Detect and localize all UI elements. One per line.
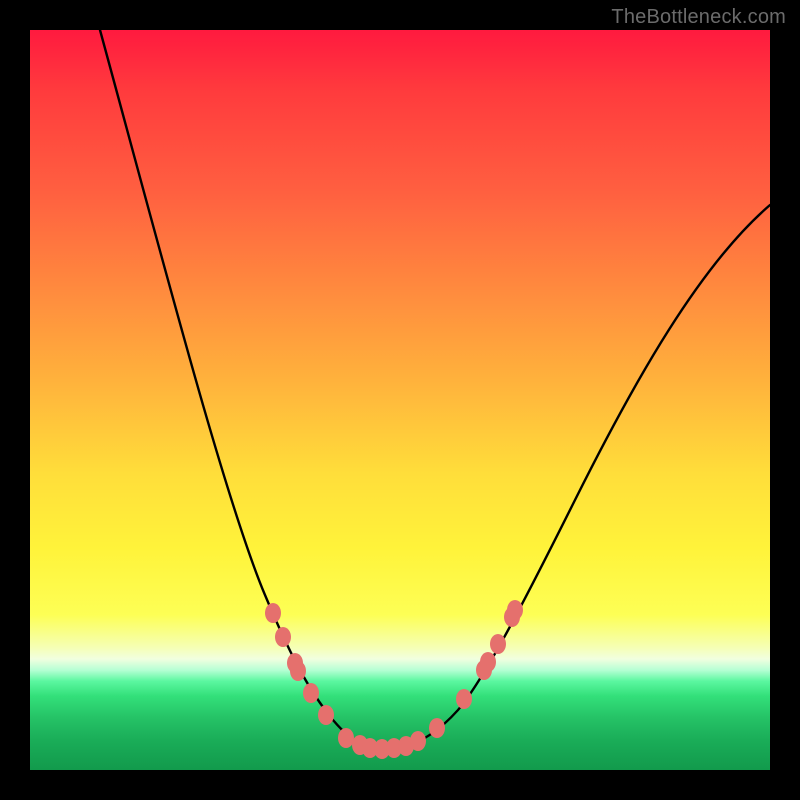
curve-marker	[265, 603, 281, 623]
chart-svg	[30, 30, 770, 770]
curve-marker	[410, 731, 426, 751]
curve-marker	[338, 728, 354, 748]
bottleneck-curve	[100, 30, 770, 748]
watermark-text: TheBottleneck.com	[611, 6, 786, 29]
curve-marker	[507, 600, 523, 620]
curve-marker	[490, 634, 506, 654]
curve-marker	[290, 661, 306, 681]
curve-markers	[265, 600, 523, 759]
curve-marker	[480, 652, 496, 672]
curve-marker	[456, 689, 472, 709]
curve-marker	[303, 683, 319, 703]
curve-marker	[275, 627, 291, 647]
curve-marker	[429, 718, 445, 738]
curve-marker	[318, 705, 334, 725]
